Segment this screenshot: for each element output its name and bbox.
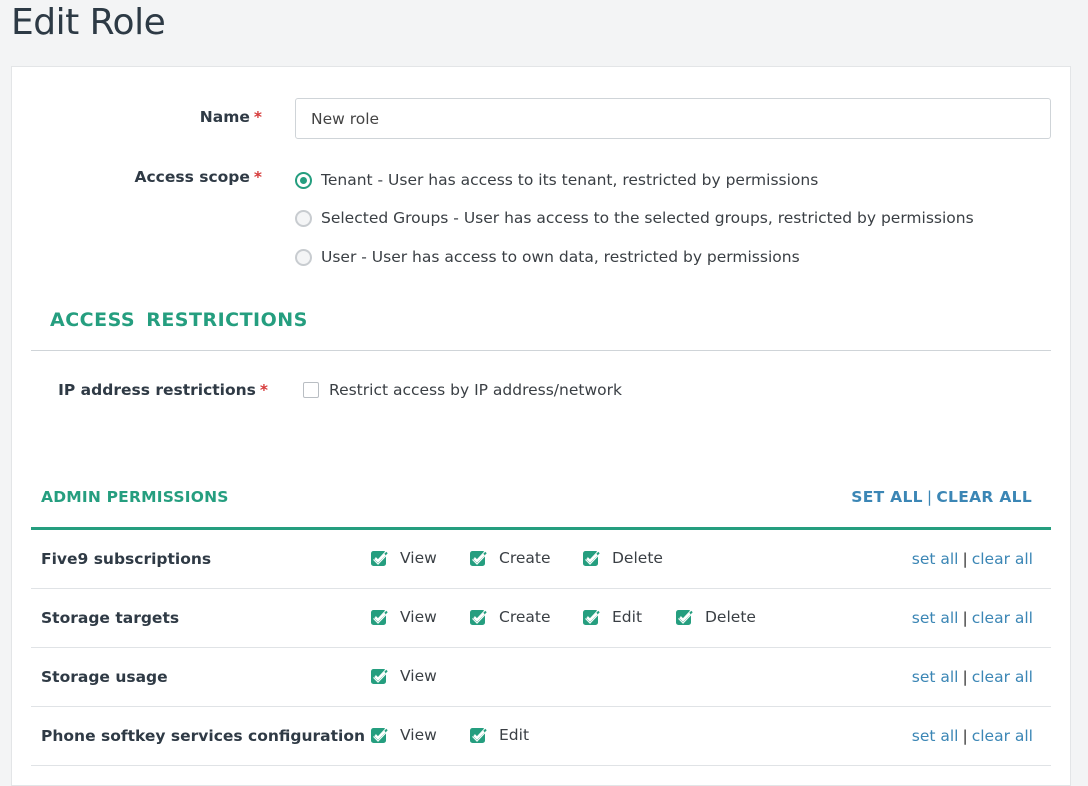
permission-option-label: View <box>400 666 437 685</box>
permission-option-label: Create <box>499 607 551 626</box>
checkbox-checked-icon[interactable] <box>370 548 389 567</box>
row-set-all-link[interactable]: set all <box>912 609 959 627</box>
access-restrictions-title: ACCESS RESTRICTIONS <box>50 309 308 331</box>
permission-option-delete[interactable]: Delete <box>675 607 756 626</box>
permission-option-label: Edit <box>612 607 643 626</box>
permission-row-storage-usage: Storage usage View set all | clear all <box>31 648 1051 707</box>
permission-name: Storage targets <box>41 609 180 627</box>
required-mark: * <box>253 168 262 186</box>
scope-option-label: User - User has access to own data, rest… <box>321 248 800 266</box>
separator: | <box>962 550 968 568</box>
permission-option-create[interactable]: Create <box>469 548 551 567</box>
name-label-text: Name <box>199 108 250 126</box>
checkbox-checked-icon[interactable] <box>582 607 601 626</box>
row-set-all-link[interactable]: set all <box>912 727 959 745</box>
access-scope-label-text: Access scope <box>134 168 250 186</box>
section-divider <box>31 350 1051 351</box>
permission-option-delete[interactable]: Delete <box>582 548 663 567</box>
permission-option-label: Edit <box>499 725 530 744</box>
edit-role-panel: Name* Access scope* Tenant - User has ac… <box>11 66 1071 786</box>
global-permission-actions: SET ALL | CLEAR ALL <box>851 488 1032 506</box>
row-permission-actions: set all | clear all <box>912 668 1033 686</box>
access-scope-label: Access scope * <box>112 168 262 186</box>
ip-restrictions-label-text: IP address restrictions <box>58 381 256 399</box>
permission-option-label: View <box>400 548 437 567</box>
permission-option-label: View <box>400 725 437 744</box>
radio-unchecked-icon[interactable] <box>295 248 312 266</box>
permission-option-view[interactable]: View <box>370 548 437 567</box>
set-all-button[interactable]: SET ALL <box>851 488 923 506</box>
permission-option-edit[interactable]: Edit <box>469 725 529 744</box>
checkbox-checked-icon[interactable] <box>370 725 389 744</box>
permission-option-label: Create <box>499 548 551 567</box>
required-mark: * <box>259 381 268 399</box>
page-title: Edit Role <box>11 2 166 43</box>
scope-option-user[interactable]: User - User has access to own data, rest… <box>295 245 800 269</box>
checkbox-checked-icon[interactable] <box>469 725 488 744</box>
scope-option-tenant[interactable]: Tenant - User has access to its tenant, … <box>295 168 818 192</box>
radio-unchecked-icon[interactable] <box>295 209 312 227</box>
row-clear-all-link[interactable]: clear all <box>972 550 1033 568</box>
row-clear-all-link[interactable]: clear all <box>972 609 1033 627</box>
permission-name: Phone softkey services configuration <box>41 727 366 745</box>
checkbox-unchecked-icon[interactable] <box>303 382 319 398</box>
checkbox-checked-icon[interactable] <box>582 548 601 567</box>
permission-option-label: View <box>400 607 437 626</box>
name-label: Name * <box>162 108 262 126</box>
ip-restriction-checkbox[interactable]: Restrict access by IP address/network <box>303 381 622 399</box>
row-permission-actions: set all | clear all <box>912 727 1033 745</box>
checkbox-checked-icon[interactable] <box>370 607 389 626</box>
separator: | <box>962 727 968 745</box>
name-input[interactable] <box>295 98 1051 139</box>
scope-option-selected-groups[interactable]: Selected Groups - User has access to the… <box>295 206 974 230</box>
permission-option-create[interactable]: Create <box>469 607 551 626</box>
permission-row-storage-targets: Storage targets View Create Edit Delete … <box>31 589 1051 648</box>
row-set-all-link[interactable]: set all <box>912 550 959 568</box>
radio-checked-icon[interactable] <box>295 171 312 189</box>
row-clear-all-link[interactable]: clear all <box>972 727 1033 745</box>
scope-option-label: Tenant - User has access to its tenant, … <box>321 171 819 189</box>
permission-name: Storage usage <box>41 668 168 686</box>
ip-restrictions-label: IP address restrictions * <box>42 381 268 399</box>
permission-name: Five9 subscriptions <box>41 550 212 568</box>
permission-option-view[interactable]: View <box>370 666 437 685</box>
permission-row-five9-subscriptions: Five9 subscriptions View Create Delete s… <box>31 530 1051 589</box>
separator: | <box>962 609 968 627</box>
permission-option-edit[interactable]: Edit <box>582 607 642 626</box>
row-set-all-link[interactable]: set all <box>912 668 959 686</box>
required-mark: * <box>253 108 262 126</box>
separator: | <box>962 668 968 686</box>
separator: | <box>926 488 933 506</box>
permission-option-label: Delete <box>705 607 756 626</box>
checkbox-checked-icon[interactable] <box>469 548 488 567</box>
row-permission-actions: set all | clear all <box>912 609 1033 627</box>
scope-option-label: Selected Groups - User has access to the… <box>321 209 974 227</box>
permission-option-view[interactable]: View <box>370 607 437 626</box>
checkbox-checked-icon[interactable] <box>469 607 488 626</box>
row-clear-all-link[interactable]: clear all <box>972 668 1033 686</box>
permission-option-label: Delete <box>612 548 663 567</box>
permission-row-phone-softkey-services: Phone softkey services configuration Vie… <box>31 707 1051 766</box>
row-permission-actions: set all | clear all <box>912 550 1033 568</box>
clear-all-button[interactable]: CLEAR ALL <box>936 488 1032 506</box>
permission-option-view[interactable]: View <box>370 725 437 744</box>
checkbox-checked-icon[interactable] <box>675 607 694 626</box>
checkbox-checked-icon[interactable] <box>370 666 389 685</box>
ip-restriction-checkbox-label: Restrict access by IP address/network <box>329 381 622 399</box>
admin-permissions-title: ADMIN PERMISSIONS <box>41 488 229 506</box>
